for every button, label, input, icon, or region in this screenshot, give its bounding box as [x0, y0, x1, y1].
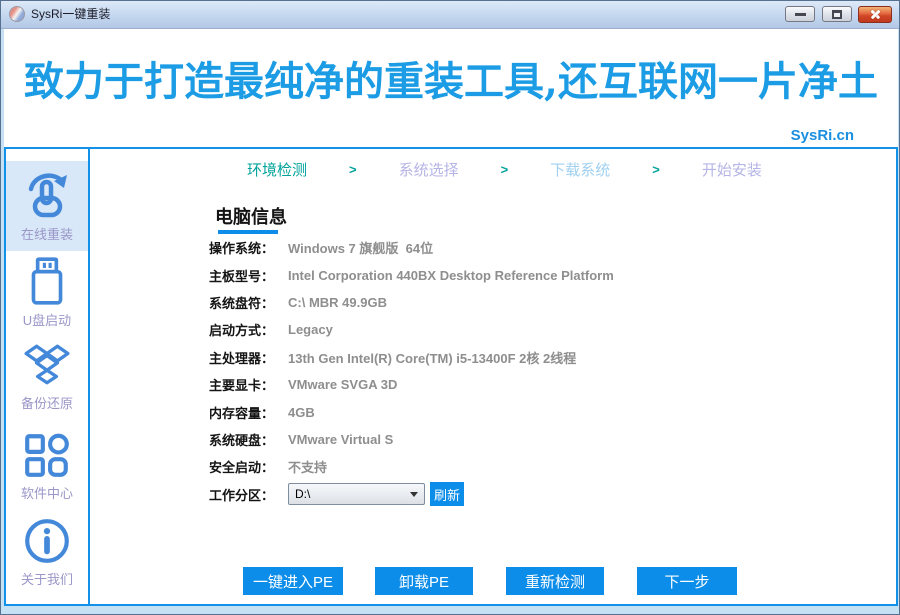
window-title: SysRi一键重装 [31, 7, 111, 21]
hand-click-refresh-icon [28, 173, 67, 218]
steps-nav: 环境检测 > 系统选择 > 下载系统 > 开始安装 [247, 159, 762, 180]
titlebar[interactable]: SysRi一键重装 [1, 1, 899, 29]
step-system-select: 系统选择 [398, 162, 459, 179]
computer-info-list: 操作系统： Windows 7 旗舰版 64位 主板型号： Intel Corp… [209, 234, 614, 508]
info-label: 主处理器： [209, 350, 275, 366]
sidebar-item-usb-boot[interactable]: U盘启动 [6, 255, 88, 339]
info-label: 内存容量： [209, 405, 275, 421]
step-arrow-icon: > [500, 162, 509, 177]
info-value: VMware SVGA 3D [288, 377, 398, 393]
info-label: 操作系统： [209, 241, 275, 257]
step-download-system: 下载系统 [550, 162, 611, 179]
app-logo-icon [9, 6, 25, 22]
sidebar-item-label: 备份还原 [20, 396, 73, 411]
uninstall-pe-button[interactable]: 卸载PE [375, 567, 473, 595]
info-row-gpu: 主要显卡： VMware SVGA 3D [209, 371, 614, 398]
main-panel: 在线重装 U盘启动 备份还原 软件中心 关于我们 环境检测 > 系统选择 > 下… [4, 147, 898, 606]
software-grid-icon [25, 433, 69, 477]
partition-selected-value: D:\ [295, 487, 311, 502]
step-env-check: 环境检测 [247, 162, 308, 179]
section-title-computer-info: 电脑信息 [215, 207, 287, 227]
banner-slogan: 致力于打造最纯净的重装工具,还互联网一片净土 [24, 58, 878, 105]
info-row-memory: 内存容量： 4GB [209, 398, 614, 425]
info-row-hdd: 系统硬盘： VMware Virtual S [209, 426, 614, 453]
step-arrow-icon: > [652, 162, 660, 177]
info-label: 安全启动： [209, 460, 275, 476]
sidebar-item-online-reinstall[interactable]: 在线重装 [6, 161, 88, 251]
step-start-install: 开始安装 [701, 162, 762, 179]
sidebar-item-software-center[interactable]: 软件中心 [6, 430, 88, 514]
chevron-down-icon [410, 492, 418, 498]
minimize-button[interactable] [785, 6, 815, 22]
info-label: 系统盘符： [209, 295, 275, 311]
backup-box-icon [24, 344, 70, 385]
info-label: 主要显卡： [209, 378, 275, 394]
app-window: SysRi一键重装 致力于打造最纯净的重装工具,还互联网一片净土 SysRi.c… [0, 0, 900, 615]
partition-select[interactable]: D:\ [288, 483, 425, 506]
info-value: Windows 7 旗舰版 64位 [288, 241, 434, 257]
recheck-button[interactable]: 重新检测 [506, 567, 604, 595]
minimize-icon [794, 12, 806, 16]
sidebar-item-label: 在线重装 [20, 227, 73, 242]
maximize-button[interactable] [822, 6, 852, 22]
info-value: VMware Virtual S [288, 431, 394, 447]
info-value: Intel Corporation 440BX Desktop Referenc… [288, 267, 614, 283]
usb-drive-icon [31, 257, 63, 305]
step-arrow-icon: > [349, 162, 357, 177]
info-value: Legacy [288, 322, 333, 338]
sidebar-item-label: 关于我们 [20, 572, 73, 587]
maximize-icon [832, 9, 842, 19]
sidebar-item-backup-restore[interactable]: 备份还原 [6, 340, 88, 424]
info-row-system-drive: 系统盘符： C:\ MBR 49.9GB [209, 289, 614, 316]
sidebar-item-about-us[interactable]: 关于我们 [6, 516, 88, 598]
info-row-motherboard: 主板型号： Intel Corporation 440BX Desktop Re… [209, 261, 614, 288]
banner: 致力于打造最纯净的重装工具,还互联网一片净土 SysRi.cn [4, 29, 898, 147]
banner-site-text: SysRi.cn [790, 127, 854, 144]
next-step-button[interactable]: 下一步 [637, 567, 737, 595]
sidebar-item-label: 软件中心 [20, 486, 73, 501]
close-button[interactable] [858, 6, 892, 23]
enter-pe-button[interactable]: 一键进入PE [243, 567, 343, 595]
info-row-boot-mode: 启动方式： Legacy [209, 316, 614, 343]
info-label: 主板型号： [209, 268, 275, 284]
info-value: 4GB [288, 404, 315, 420]
info-label: 工作分区： [209, 487, 275, 503]
info-row-secure-boot: 安全启动： 不支持 [209, 453, 614, 480]
info-value: 不支持 [288, 460, 328, 476]
sidebar-item-label: U盘启动 [22, 313, 72, 328]
info-value: 13th Gen Intel(R) Core(TM) i5-13400F 2核 … [288, 350, 577, 366]
info-label: 启动方式： [209, 323, 275, 339]
refresh-button[interactable]: 刷新 [430, 482, 464, 507]
info-row-cpu: 主处理器： 13th Gen Intel(R) Core(TM) i5-1340… [209, 344, 614, 371]
info-label: 系统硬盘： [209, 432, 275, 448]
sidebar: 在线重装 U盘启动 备份还原 软件中心 关于我们 [6, 149, 90, 604]
info-row-os: 操作系统： Windows 7 旗舰版 64位 [209, 234, 614, 261]
close-icon [869, 8, 882, 21]
info-row-work-partition: 工作分区： D:\ 刷新 [209, 481, 614, 508]
info-value: C:\ MBR 49.9GB [288, 294, 387, 310]
info-circle-icon [25, 519, 69, 563]
